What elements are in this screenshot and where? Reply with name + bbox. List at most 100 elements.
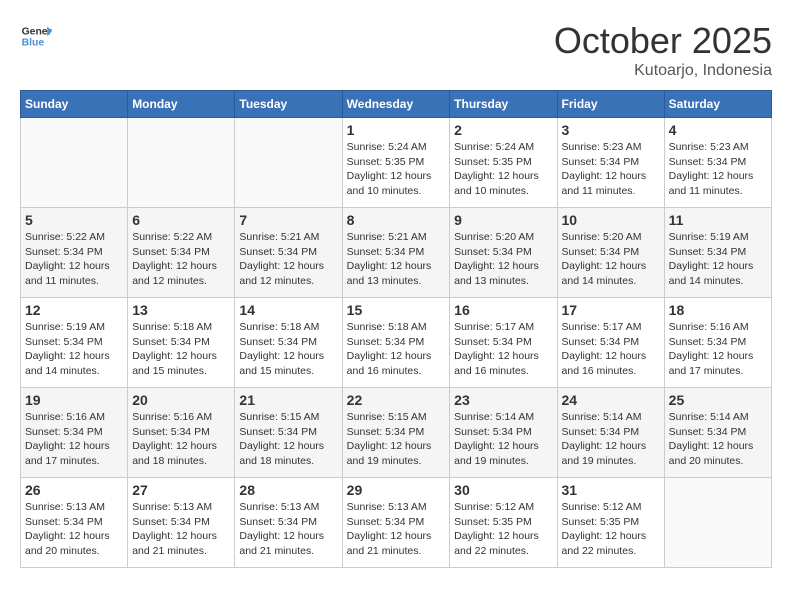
calendar-week-row: 19 Sunrise: 5:16 AM Sunset: 5:34 PM Dayli… xyxy=(21,388,772,478)
day-info: Sunrise: 5:13 AM Sunset: 5:34 PM Dayligh… xyxy=(347,500,446,559)
calendar-cell xyxy=(235,118,342,208)
calendar-cell: 1Sunrise: 5:24 AM Sunset: 5:35 PM Daylig… xyxy=(342,118,450,208)
day-info: Sunrise: 5:17 AM Sunset: 5:34 PM Dayligh… xyxy=(562,320,660,379)
calendar-cell: 7Sunrise: 5:21 AM Sunset: 5:34 PM Daylig… xyxy=(235,208,342,298)
page-header: General Blue October 2025 Kutoarjo, Indo… xyxy=(20,20,772,80)
day-number: 26 xyxy=(25,482,123,498)
calendar-cell: 21 Sunrise: 5:15 AM Sunset: 5:34 PM Dayli… xyxy=(235,388,342,478)
calendar-cell: 18Sunrise: 5:16 AM Sunset: 5:34 PM Dayli… xyxy=(664,298,771,388)
day-number: 5 xyxy=(25,212,123,228)
calendar-cell: 4Sunrise: 5:23 AM Sunset: 5:34 PM Daylig… xyxy=(664,118,771,208)
day-info: Sunrise: 5:12 AM Sunset: 5:35 PM Dayligh… xyxy=(454,500,552,559)
day-number: 15 xyxy=(347,302,446,318)
location: Kutoarjo, Indonesia xyxy=(554,62,772,80)
day-number: 9 xyxy=(454,212,552,228)
calendar-cell: 16 Sunrise: 5:17 AM Sunset: 5:34 PM Dayli… xyxy=(450,298,557,388)
day-info: Sunrise: 5:22 AM Sunset: 5:34 PM Dayligh… xyxy=(25,230,123,289)
calendar-cell: 19 Sunrise: 5:16 AM Sunset: 5:34 PM Dayli… xyxy=(21,388,128,478)
calendar-cell: 31 Sunrise: 5:12 AM Sunset: 5:35 PM Dayli… xyxy=(557,478,664,568)
day-number: 24 xyxy=(562,392,660,408)
weekday-header: Sunday xyxy=(21,91,128,118)
calendar-cell: 3 Sunrise: 5:23 AM Sunset: 5:34 PM Daylig… xyxy=(557,118,664,208)
day-info: Sunrise: 5:19 AM Sunset: 5:34 PM Dayligh… xyxy=(669,230,767,289)
day-info: Sunrise: 5:22 AM Sunset: 5:34 PM Dayligh… xyxy=(132,230,230,289)
day-info: Sunrise: 5:13 AM Sunset: 5:34 PM Dayligh… xyxy=(239,500,337,559)
day-info: Sunrise: 5:15 AM Sunset: 5:34 PM Dayligh… xyxy=(347,410,446,469)
calendar-cell: 6 Sunrise: 5:22 AM Sunset: 5:34 PM Daylig… xyxy=(128,208,235,298)
day-info: Sunrise: 5:13 AM Sunset: 5:34 PM Dayligh… xyxy=(25,500,123,559)
svg-text:Blue: Blue xyxy=(22,38,45,49)
day-number: 3 xyxy=(562,122,660,138)
calendar-cell xyxy=(21,118,128,208)
calendar-cell: 11Sunrise: 5:19 AM Sunset: 5:34 PM Dayli… xyxy=(664,208,771,298)
day-number: 31 xyxy=(562,482,660,498)
day-info: Sunrise: 5:13 AM Sunset: 5:34 PM Dayligh… xyxy=(132,500,230,559)
day-number: 8 xyxy=(347,212,446,228)
day-number: 23 xyxy=(454,392,552,408)
calendar-header-row: SundayMondayTuesdayWednesdayThursdayFrid… xyxy=(21,91,772,118)
calendar-cell: 10Sunrise: 5:20 AM Sunset: 5:34 PM Dayli… xyxy=(557,208,664,298)
day-number: 28 xyxy=(239,482,337,498)
day-info: Sunrise: 5:15 AM Sunset: 5:34 PM Dayligh… xyxy=(239,410,337,469)
day-info: Sunrise: 5:17 AM Sunset: 5:34 PM Dayligh… xyxy=(454,320,552,379)
day-info: Sunrise: 5:14 AM Sunset: 5:34 PM Dayligh… xyxy=(669,410,767,469)
day-number: 14 xyxy=(239,302,337,318)
calendar-cell xyxy=(664,478,771,568)
day-number: 2 xyxy=(454,122,552,138)
day-info: Sunrise: 5:16 AM Sunset: 5:34 PM Dayligh… xyxy=(669,320,767,379)
month-title: October 2025 xyxy=(554,20,772,62)
weekday-header: Saturday xyxy=(664,91,771,118)
day-number: 30 xyxy=(454,482,552,498)
logo-icon: General Blue xyxy=(20,20,52,52)
day-number: 13 xyxy=(132,302,230,318)
calendar-cell: 20Sunrise: 5:16 AM Sunset: 5:34 PM Dayli… xyxy=(128,388,235,478)
calendar-cell: 27 Sunrise: 5:13 AM Sunset: 5:34 PM Dayli… xyxy=(128,478,235,568)
calendar-cell: 13 Sunrise: 5:18 AM Sunset: 5:34 PM Dayli… xyxy=(128,298,235,388)
day-number: 6 xyxy=(132,212,230,228)
calendar-cell: 22 Sunrise: 5:15 AM Sunset: 5:34 PM Dayli… xyxy=(342,388,450,478)
day-info: Sunrise: 5:21 AM Sunset: 5:34 PM Dayligh… xyxy=(347,230,446,289)
day-info: Sunrise: 5:18 AM Sunset: 5:34 PM Dayligh… xyxy=(347,320,446,379)
day-info: Sunrise: 5:14 AM Sunset: 5:34 PM Dayligh… xyxy=(454,410,552,469)
weekday-header: Wednesday xyxy=(342,91,450,118)
calendar-cell: 8 Sunrise: 5:21 AM Sunset: 5:34 PM Daylig… xyxy=(342,208,450,298)
day-info: Sunrise: 5:14 AM Sunset: 5:34 PM Dayligh… xyxy=(562,410,660,469)
calendar-table: SundayMondayTuesdayWednesdayThursdayFrid… xyxy=(20,90,772,568)
day-number: 19 xyxy=(25,392,123,408)
calendar-cell: 5 Sunrise: 5:22 AM Sunset: 5:34 PM Daylig… xyxy=(21,208,128,298)
calendar-week-row: 1 Sunrise: 5:24 AM Sunset: 5:35 PM Daylig… xyxy=(21,118,772,208)
day-number: 27 xyxy=(132,482,230,498)
day-info: Sunrise: 5:18 AM Sunset: 5:34 PM Dayligh… xyxy=(239,320,337,379)
weekday-header: Monday xyxy=(128,91,235,118)
calendar-cell: 9 Sunrise: 5:20 AM Sunset: 5:34 PM Daylig… xyxy=(450,208,557,298)
day-number: 12 xyxy=(25,302,123,318)
day-number: 25 xyxy=(669,392,767,408)
calendar-cell: 24 Sunrise: 5:14 AM Sunset: 5:34 PM Dayli… xyxy=(557,388,664,478)
day-info: Sunrise: 5:19 AM Sunset: 5:34 PM Dayligh… xyxy=(25,320,123,379)
calendar-cell: 17Sunrise: 5:17 AM Sunset: 5:34 PM Dayli… xyxy=(557,298,664,388)
day-info: Sunrise: 5:18 AM Sunset: 5:34 PM Dayligh… xyxy=(132,320,230,379)
day-info: Sunrise: 5:16 AM Sunset: 5:34 PM Dayligh… xyxy=(25,410,123,469)
day-number: 29 xyxy=(347,482,446,498)
calendar-week-row: 12 Sunrise: 5:19 AM Sunset: 5:34 PM Dayli… xyxy=(21,298,772,388)
day-number: 21 xyxy=(239,392,337,408)
calendar-cell: 30 Sunrise: 5:12 AM Sunset: 5:35 PM Dayli… xyxy=(450,478,557,568)
day-number: 7 xyxy=(239,212,337,228)
calendar-cell: 12 Sunrise: 5:19 AM Sunset: 5:34 PM Dayli… xyxy=(21,298,128,388)
day-info: Sunrise: 5:12 AM Sunset: 5:35 PM Dayligh… xyxy=(562,500,660,559)
calendar-cell: 26 Sunrise: 5:13 AM Sunset: 5:34 PM Dayli… xyxy=(21,478,128,568)
day-info: Sunrise: 5:24 AM Sunset: 5:35 PM Dayligh… xyxy=(454,140,552,199)
day-number: 22 xyxy=(347,392,446,408)
day-number: 10 xyxy=(562,212,660,228)
day-number: 4 xyxy=(669,122,767,138)
day-info: Sunrise: 5:23 AM Sunset: 5:34 PM Dayligh… xyxy=(562,140,660,199)
calendar-week-row: 26 Sunrise: 5:13 AM Sunset: 5:34 PM Dayli… xyxy=(21,478,772,568)
calendar-cell: 2 Sunrise: 5:24 AM Sunset: 5:35 PM Daylig… xyxy=(450,118,557,208)
day-info: Sunrise: 5:16 AM Sunset: 5:34 PM Dayligh… xyxy=(132,410,230,469)
day-number: 16 xyxy=(454,302,552,318)
day-info: Sunrise: 5:20 AM Sunset: 5:34 PM Dayligh… xyxy=(454,230,552,289)
weekday-header: Friday xyxy=(557,91,664,118)
calendar-cell: 14 Sunrise: 5:18 AM Sunset: 5:34 PM Dayli… xyxy=(235,298,342,388)
day-number: 1 xyxy=(347,122,446,138)
calendar-cell: 28 Sunrise: 5:13 AM Sunset: 5:34 PM Dayli… xyxy=(235,478,342,568)
